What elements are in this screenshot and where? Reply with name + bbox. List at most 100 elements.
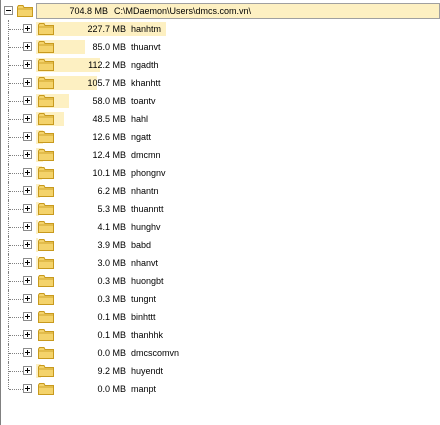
folder-icon xyxy=(38,293,54,305)
tree-row[interactable]: 85.0 MB thuanvt xyxy=(0,38,440,56)
expand-icon[interactable] xyxy=(23,294,32,303)
root-path: C:\MDaemon\Users\dmcs.com.vn\ xyxy=(114,6,252,16)
tree-branch-line xyxy=(9,335,23,336)
folder-size: 48.5 MB xyxy=(92,114,126,124)
tree-branch-line xyxy=(9,353,23,354)
tree-row[interactable]: 12.4 MB dmcmn xyxy=(0,146,440,164)
expand-icon[interactable] xyxy=(23,366,32,375)
expand-icon[interactable] xyxy=(23,78,32,87)
folder-name: huongbt xyxy=(131,276,164,286)
expand-icon[interactable] xyxy=(23,312,32,321)
tree-row[interactable]: 3.0 MB nhanvt xyxy=(0,254,440,272)
collapse-icon[interactable] xyxy=(4,6,13,15)
folder-icon xyxy=(38,131,54,143)
expand-icon[interactable] xyxy=(23,222,32,231)
tree-row[interactable]: 9.2 MB huyendt xyxy=(0,362,440,380)
tree-branch-line xyxy=(9,281,23,282)
folder-icon xyxy=(38,347,54,359)
expand-icon[interactable] xyxy=(23,186,32,195)
tree-branch-line xyxy=(9,65,23,66)
folder-icon xyxy=(38,23,54,35)
folder-name: dmcmn xyxy=(131,150,161,160)
folder-size: 112.2 MB xyxy=(88,60,126,70)
expand-icon[interactable] xyxy=(23,132,32,141)
tree-row[interactable]: 0.3 MB tungnt xyxy=(0,290,440,308)
folder-icon xyxy=(38,221,54,233)
folder-name: nhanvt xyxy=(131,258,159,268)
tree-row[interactable]: 0.0 MB dmcscomvn xyxy=(0,344,440,362)
tree-row[interactable]: 48.5 MB hahl xyxy=(0,110,440,128)
folder-name: dmcscomvn xyxy=(131,348,180,358)
expand-icon[interactable] xyxy=(23,330,32,339)
folder-icon xyxy=(17,5,33,17)
tree-row[interactable]: 0.3 MB huongbt xyxy=(0,272,440,290)
tree-row[interactable]: 4.1 MB hunghv xyxy=(0,218,440,236)
tree-row[interactable]: 3.9 MB babd xyxy=(0,236,440,254)
tree-row[interactable]: 0.0 MB manpt xyxy=(0,380,440,398)
folder-name: binhttt xyxy=(131,312,156,322)
folder-size: 9.2 MB xyxy=(97,366,126,376)
folder-size: 3.9 MB xyxy=(97,240,126,250)
folder-size: 58.0 MB xyxy=(92,96,126,106)
folder-size: 12.4 MB xyxy=(92,150,126,160)
folder-size: 10.1 MB xyxy=(92,168,126,178)
folder-icon xyxy=(38,167,54,179)
folder-name: hanhtm xyxy=(131,24,162,34)
expand-icon[interactable] xyxy=(23,114,32,123)
expand-icon[interactable] xyxy=(23,240,32,249)
expand-icon[interactable] xyxy=(23,276,32,285)
folder-size-tree: 704.8 MB C:\MDaemon\Users\dmcs.com.vn\ 2… xyxy=(0,2,440,398)
tree-row[interactable]: 10.1 MB phongnv xyxy=(0,164,440,182)
folder-size: 85.0 MB xyxy=(92,42,126,52)
expand-icon[interactable] xyxy=(23,348,32,357)
tree-row[interactable]: 6.2 MB nhantn xyxy=(0,182,440,200)
tree-row[interactable]: 58.0 MB toantv xyxy=(0,92,440,110)
tree-branch-line xyxy=(9,245,23,246)
folder-name: thanhhk xyxy=(131,330,164,340)
tree-row[interactable]: 105.7 MB khanhtt xyxy=(0,74,440,92)
expand-icon[interactable] xyxy=(23,60,32,69)
tree-row[interactable]: 0.1 MB thanhhk xyxy=(0,326,440,344)
expand-icon[interactable] xyxy=(23,258,32,267)
expand-icon[interactable] xyxy=(23,150,32,159)
expand-icon[interactable] xyxy=(23,204,32,213)
tree-row[interactable]: 12.6 MB ngatt xyxy=(0,128,440,146)
folder-size: 0.0 MB xyxy=(97,348,126,358)
expand-icon[interactable] xyxy=(23,96,32,105)
folder-name: manpt xyxy=(131,384,157,394)
tree-branch-line xyxy=(9,155,23,156)
folder-name: ngadth xyxy=(131,60,159,70)
folder-size: 0.3 MB xyxy=(97,294,126,304)
tree-branch-line xyxy=(9,29,23,30)
expand-icon[interactable] xyxy=(23,384,32,393)
folder-size: 105.7 MB xyxy=(87,78,126,88)
folder-icon xyxy=(38,365,54,377)
folder-size: 0.0 MB xyxy=(97,384,126,394)
tree-branch-line xyxy=(9,137,23,138)
folder-name: thuanvt xyxy=(131,42,161,52)
tree-row[interactable]: 0.1 MB binhttt xyxy=(0,308,440,326)
folder-name: hunghv xyxy=(131,222,161,232)
tree-row[interactable]: 112.2 MB ngadth xyxy=(0,56,440,74)
tree-branch-line xyxy=(9,191,23,192)
expand-icon[interactable] xyxy=(23,42,32,51)
folder-name: babd xyxy=(131,240,152,250)
folder-size: 0.1 MB xyxy=(97,330,126,340)
tree-branch-line xyxy=(9,101,23,102)
expand-icon[interactable] xyxy=(23,24,32,33)
tree-row[interactable]: 227.7 MB hanhtm xyxy=(0,20,440,38)
tree-row[interactable]: 5.3 MB thuanntt xyxy=(0,200,440,218)
folder-name: thuanntt xyxy=(131,204,164,214)
tree-root-row[interactable]: 704.8 MB C:\MDaemon\Users\dmcs.com.vn\ xyxy=(0,2,440,20)
folder-name: khanhtt xyxy=(131,78,161,88)
folder-icon xyxy=(38,329,54,341)
expand-icon[interactable] xyxy=(23,168,32,177)
folder-icon xyxy=(38,59,54,71)
folder-icon xyxy=(38,257,54,269)
tree-branch-line xyxy=(9,83,23,84)
folder-name: toantv xyxy=(131,96,156,106)
folder-icon xyxy=(38,41,54,53)
folder-icon xyxy=(38,239,54,251)
tree-branch-line xyxy=(9,47,23,48)
folder-icon xyxy=(38,113,54,125)
